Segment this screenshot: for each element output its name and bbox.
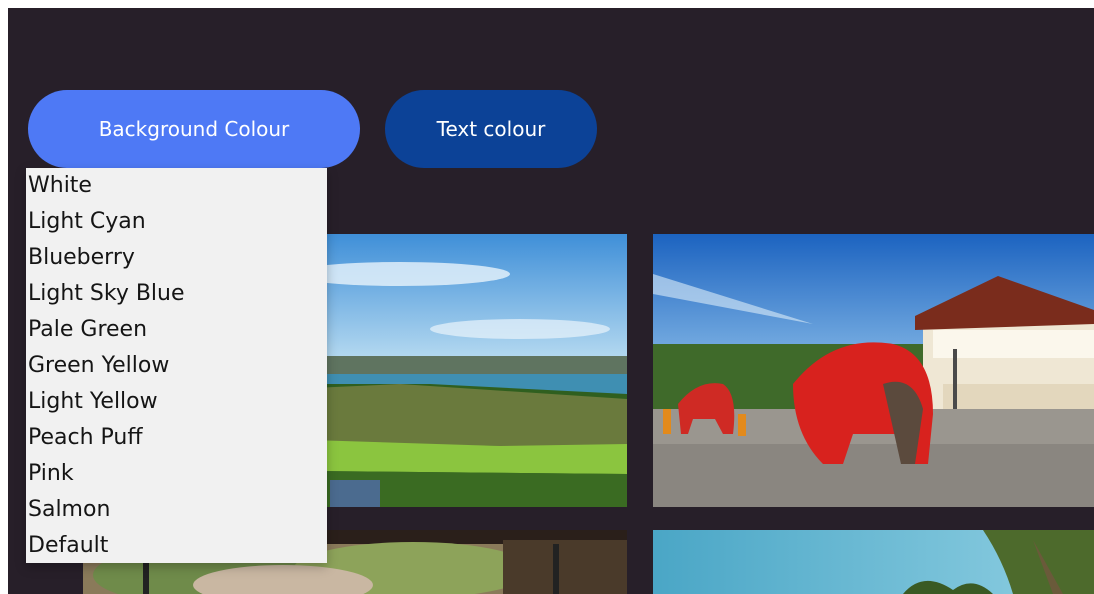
option-light-sky-blue[interactable]: Light Sky Blue <box>26 279 327 315</box>
text-colour-button[interactable]: Text colour <box>385 90 597 168</box>
background-colour-button[interactable]: Background Colour <box>28 90 360 168</box>
option-salmon[interactable]: Salmon <box>26 495 327 531</box>
option-peach-puff[interactable]: Peach Puff <box>26 423 327 459</box>
option-light-yellow[interactable]: Light Yellow <box>26 387 327 423</box>
option-green-yellow[interactable]: Green Yellow <box>26 351 327 387</box>
temple-elephants-photo <box>653 234 1094 507</box>
option-default[interactable]: Default <box>26 531 327 567</box>
option-white[interactable]: White <box>26 171 327 207</box>
option-blueberry[interactable]: Blueberry <box>26 243 327 279</box>
beach-palms-photo <box>653 530 1094 594</box>
background-colour-dropdown: White Light Cyan Blueberry Light Sky Blu… <box>26 168 327 563</box>
option-light-cyan[interactable]: Light Cyan <box>26 207 327 243</box>
option-pale-green[interactable]: Pale Green <box>26 315 327 351</box>
option-pink[interactable]: Pink <box>26 459 327 495</box>
app-container: Background Colour Text colour White Ligh… <box>8 8 1094 594</box>
